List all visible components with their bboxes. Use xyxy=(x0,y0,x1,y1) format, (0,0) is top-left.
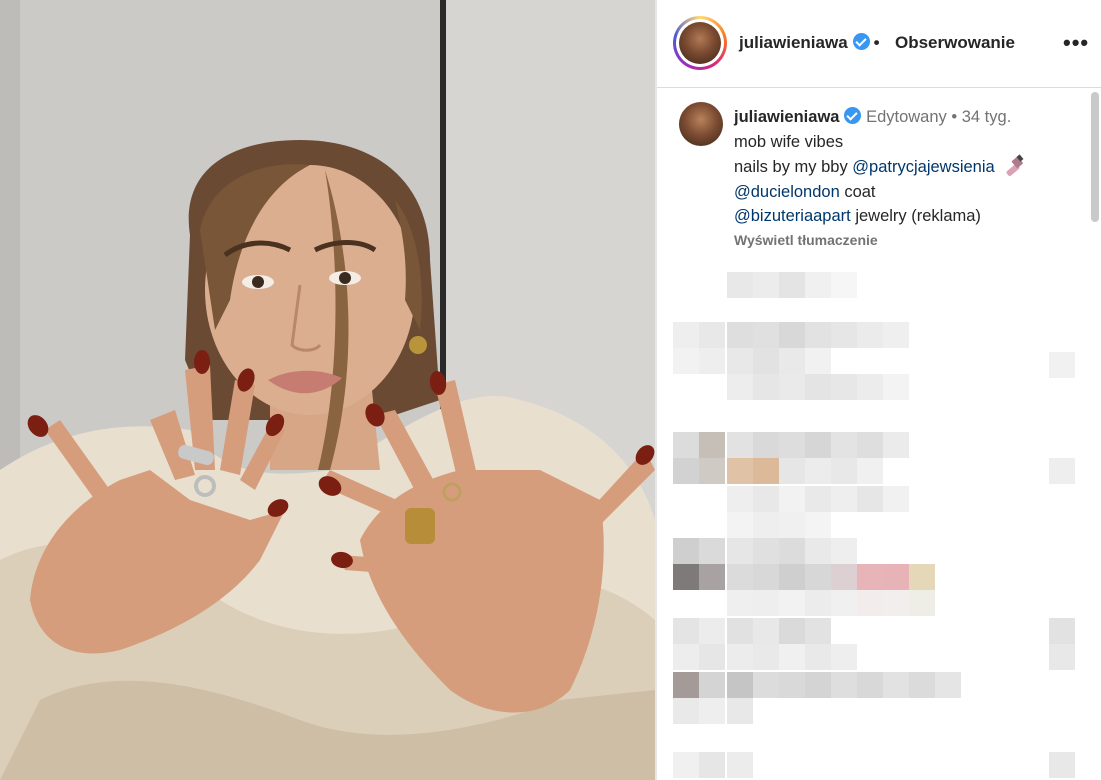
post-header: juliawieniawa • Obserwowanie ••• xyxy=(657,0,1101,88)
caption-username[interactable]: juliawieniawa xyxy=(734,108,839,126)
avatar-border xyxy=(676,19,724,67)
caption-line-1: mob wife vibes xyxy=(734,132,844,151)
header-separator: • xyxy=(873,33,880,52)
author-avatar-story-ring[interactable] xyxy=(673,16,727,70)
caption-verified-badge-icon xyxy=(844,107,862,124)
comments-scrollbar[interactable] xyxy=(1091,92,1099,222)
caption-line-4: @bizuteriaapart jewelry (reklama) xyxy=(734,204,1094,229)
caption-line-3-text: coat xyxy=(839,182,876,201)
photo-illustration xyxy=(0,0,655,780)
author-username-text[interactable]: juliawieniawa xyxy=(739,33,848,52)
caption-line-3: @ducielondon coat xyxy=(734,180,1094,205)
caption-line-header: juliawieniawa Edytowany • 34 tyg. xyxy=(734,105,1094,130)
caption-body: juliawieniawa Edytowany • 34 tyg. mob wi… xyxy=(734,105,1094,251)
show-translation-link[interactable]: Wyświetl tłumaczenie xyxy=(734,229,1094,251)
avatar xyxy=(679,22,721,64)
more-options-icon[interactable]: ••• xyxy=(1063,30,1089,56)
caption-avatar[interactable] xyxy=(679,102,723,146)
mention-link-nails[interactable]: @patrycjajewsienia xyxy=(852,158,994,176)
caption-line-4-text: jewelry (reklama) xyxy=(850,207,981,225)
caption-line-2-text: nails by my bby xyxy=(734,158,853,176)
author-username[interactable]: juliawieniawa • xyxy=(739,33,884,53)
meta-separator: • xyxy=(951,108,958,126)
pixelation-mosaic xyxy=(673,272,1075,778)
post-photo[interactable] xyxy=(0,0,655,780)
post-time[interactable]: 34 tyg. xyxy=(962,108,1012,126)
mention-link-jewelry[interactable]: @bizuteriaapart xyxy=(734,207,851,225)
caption-line-2: nails by my bby @patrycjajewsienia xyxy=(734,154,1094,180)
nail-polish-emoji-icon xyxy=(1006,154,1024,176)
verified-badge-icon xyxy=(852,33,870,50)
post-sidebar: juliawieniawa • Obserwowanie ••• juliawie… xyxy=(657,0,1101,780)
pixelated-comments-area xyxy=(657,262,1101,780)
edited-label: Edytowany xyxy=(866,108,947,126)
mention-link-coat[interactable]: @ducielondon xyxy=(734,183,840,201)
following-button[interactable]: Obserwowanie xyxy=(895,33,1015,53)
